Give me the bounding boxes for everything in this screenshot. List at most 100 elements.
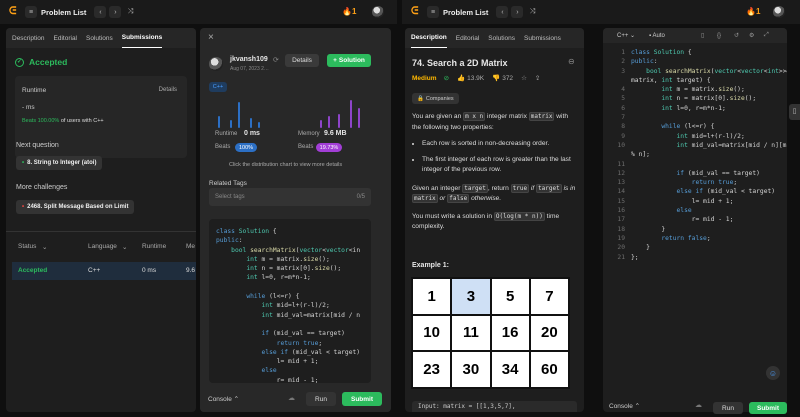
more-challenge-chip[interactable]: • 2468. Split Message Based on Limit (16, 200, 135, 214)
reset-icon[interactable]: ↺ (734, 32, 739, 39)
more-challenge-title: 2468. Split Message Based on Limit (27, 204, 129, 210)
code-line: r= mid - 1; (631, 216, 734, 224)
beats-runtime-badge: 100% (235, 143, 257, 152)
share-icon[interactable]: ⟳ (273, 56, 279, 64)
problem-list-icon[interactable]: ≡ (25, 6, 37, 18)
inline-code: false (447, 194, 470, 203)
list-item: Each row is sorted in non-decreasing ord… (422, 139, 577, 150)
solved-status-icon: ⊖ (568, 57, 575, 66)
avatar[interactable] (773, 6, 785, 18)
submitted-code: class Solution {public: bool searchMatri… (216, 227, 371, 383)
share-icon[interactable]: ⇪ (535, 74, 540, 82)
cloud-icon[interactable]: ☁ (288, 394, 295, 402)
auto-mode-toggle[interactable]: ▪ Auto (649, 33, 665, 39)
settings-icon[interactable]: ⚙ (749, 32, 754, 39)
streak-value: 1 (755, 7, 761, 16)
details-link[interactable]: Details (159, 87, 177, 93)
submitted-code-block[interactable]: class Solution {public: bool searchMatri… (209, 219, 371, 383)
line-number: 14 (617, 188, 625, 196)
notes-panel-tab[interactable]: ▯ (789, 104, 800, 120)
run-button[interactable]: Run (713, 402, 743, 414)
next-question-label: Next question (16, 142, 59, 149)
related-tags-label: Related Tags (209, 180, 247, 187)
code-line: while (l<=r) { (661, 123, 715, 131)
problem-list-link[interactable]: Problem List (41, 8, 86, 17)
language-select[interactable]: C++ ⌄ (617, 32, 635, 39)
assistant-icon[interactable]: ☺ (766, 366, 780, 380)
tab-description[interactable]: Description (12, 29, 45, 48)
braces-icon[interactable]: {} (717, 33, 721, 39)
streak-value: 1 (351, 7, 357, 16)
desc-text: integer matrix (485, 113, 529, 120)
leetcode-logo[interactable]: ᕮ (411, 7, 421, 17)
shuffle-icon[interactable]: ⤨ (124, 6, 136, 18)
console-label: Console (609, 403, 633, 410)
thumbs-up-icon[interactable]: 👍 (457, 74, 465, 82)
tab-bar: Description Editorial Solutions Submissi… (6, 28, 196, 48)
beats-memory-label: Beats (298, 144, 314, 150)
close-icon[interactable]: × (208, 32, 214, 43)
cloud-icon[interactable]: ☁ (695, 401, 702, 409)
code-line: return true; (691, 179, 738, 187)
problem-list-icon[interactable]: ≡ (427, 6, 439, 18)
matrix-cell: 34 (491, 352, 529, 387)
tab-description[interactable]: Description (411, 28, 447, 48)
streak-counter[interactable]: 🔥1 (746, 7, 760, 16)
line-number: 10 (617, 141, 625, 149)
console-toggle[interactable]: Console ⌃ (609, 402, 640, 410)
example-input-text: Input: matrix = [[1,3,5,7], (418, 403, 516, 410)
submission-date: Aug 07, 2023 2… (230, 66, 269, 72)
tab-submissions[interactable]: Submissions (524, 29, 561, 48)
run-button[interactable]: Run (306, 392, 336, 406)
submitter-name[interactable]: jkvansh109 (230, 56, 268, 63)
next-problem-icon[interactable]: › (511, 6, 524, 18)
line-number: 8 (621, 123, 625, 131)
chevron-down-icon[interactable]: ⌄ (122, 243, 127, 251)
companies-tag[interactable]: 🔒 Companies (412, 93, 459, 104)
streak-counter[interactable]: 🔥1 (342, 7, 356, 16)
next-question-chip[interactable]: • 8. String to Integer (atoi) (16, 156, 103, 170)
desc-text: You are given an (412, 113, 464, 120)
right-topbar: ᕮ ≡ Problem List ‹ › ⤨ (402, 0, 800, 24)
console-toggle[interactable]: Console ⌃ (208, 395, 239, 403)
problem-list-link[interactable]: Problem List (443, 8, 488, 17)
tab-submissions[interactable]: Submissions (121, 28, 163, 48)
companies-label: Companies (425, 95, 454, 102)
submit-button[interactable]: Submit (749, 402, 787, 414)
col-language[interactable]: Language (88, 243, 117, 250)
tags-select[interactable]: Select tags 0/5 (209, 188, 371, 206)
thumbs-down-icon[interactable]: 👎 (492, 74, 500, 82)
tab-solutions[interactable]: Solutions (86, 29, 113, 48)
table-row[interactable]: Accepted C++ 0 ms 9.6 (12, 262, 196, 280)
star-icon[interactable]: ☆ (521, 74, 527, 82)
code-line: else (676, 207, 692, 215)
tab-editorial[interactable]: Editorial (54, 29, 77, 48)
tab-editorial[interactable]: Editorial (456, 29, 479, 48)
tab-solutions[interactable]: Solutions (488, 29, 515, 48)
shuffle-icon[interactable]: ⤨ (526, 6, 538, 18)
post-solution-button[interactable]: + Solution (327, 54, 371, 67)
runtime-distribution-chart[interactable] (210, 98, 370, 128)
code-line: public: (631, 58, 658, 66)
matrix-cell: 1 (413, 279, 451, 314)
prev-problem-icon[interactable]: ‹ (94, 6, 107, 18)
next-problem-icon[interactable]: › (109, 6, 122, 18)
chevron-down-icon[interactable]: ⌄ (42, 243, 47, 251)
code-editor[interactable]: class Solution {public: bool searchMatri… (631, 48, 787, 262)
leetcode-logo[interactable]: ᕮ (9, 7, 19, 17)
avatar[interactable] (372, 6, 384, 18)
submit-button[interactable]: Submit (342, 392, 382, 406)
prev-problem-icon[interactable]: ‹ (496, 6, 509, 18)
desc-text: Given an integer (412, 184, 463, 192)
accepted-status: ✓ Accepted (15, 57, 67, 67)
line-number: 17 (617, 216, 625, 224)
beats-text: Beats 100.00% of users with C++ (22, 118, 104, 124)
col-status[interactable]: Status (18, 243, 36, 250)
matrix-cell: 16 (491, 315, 529, 351)
row-status[interactable]: Accepted (18, 267, 47, 274)
language-value: C++ (617, 33, 629, 39)
details-button[interactable]: Details (285, 54, 319, 67)
fullscreen-icon[interactable]: ⤢ (764, 32, 769, 39)
bookmark-icon[interactable]: ▯ (701, 32, 704, 39)
